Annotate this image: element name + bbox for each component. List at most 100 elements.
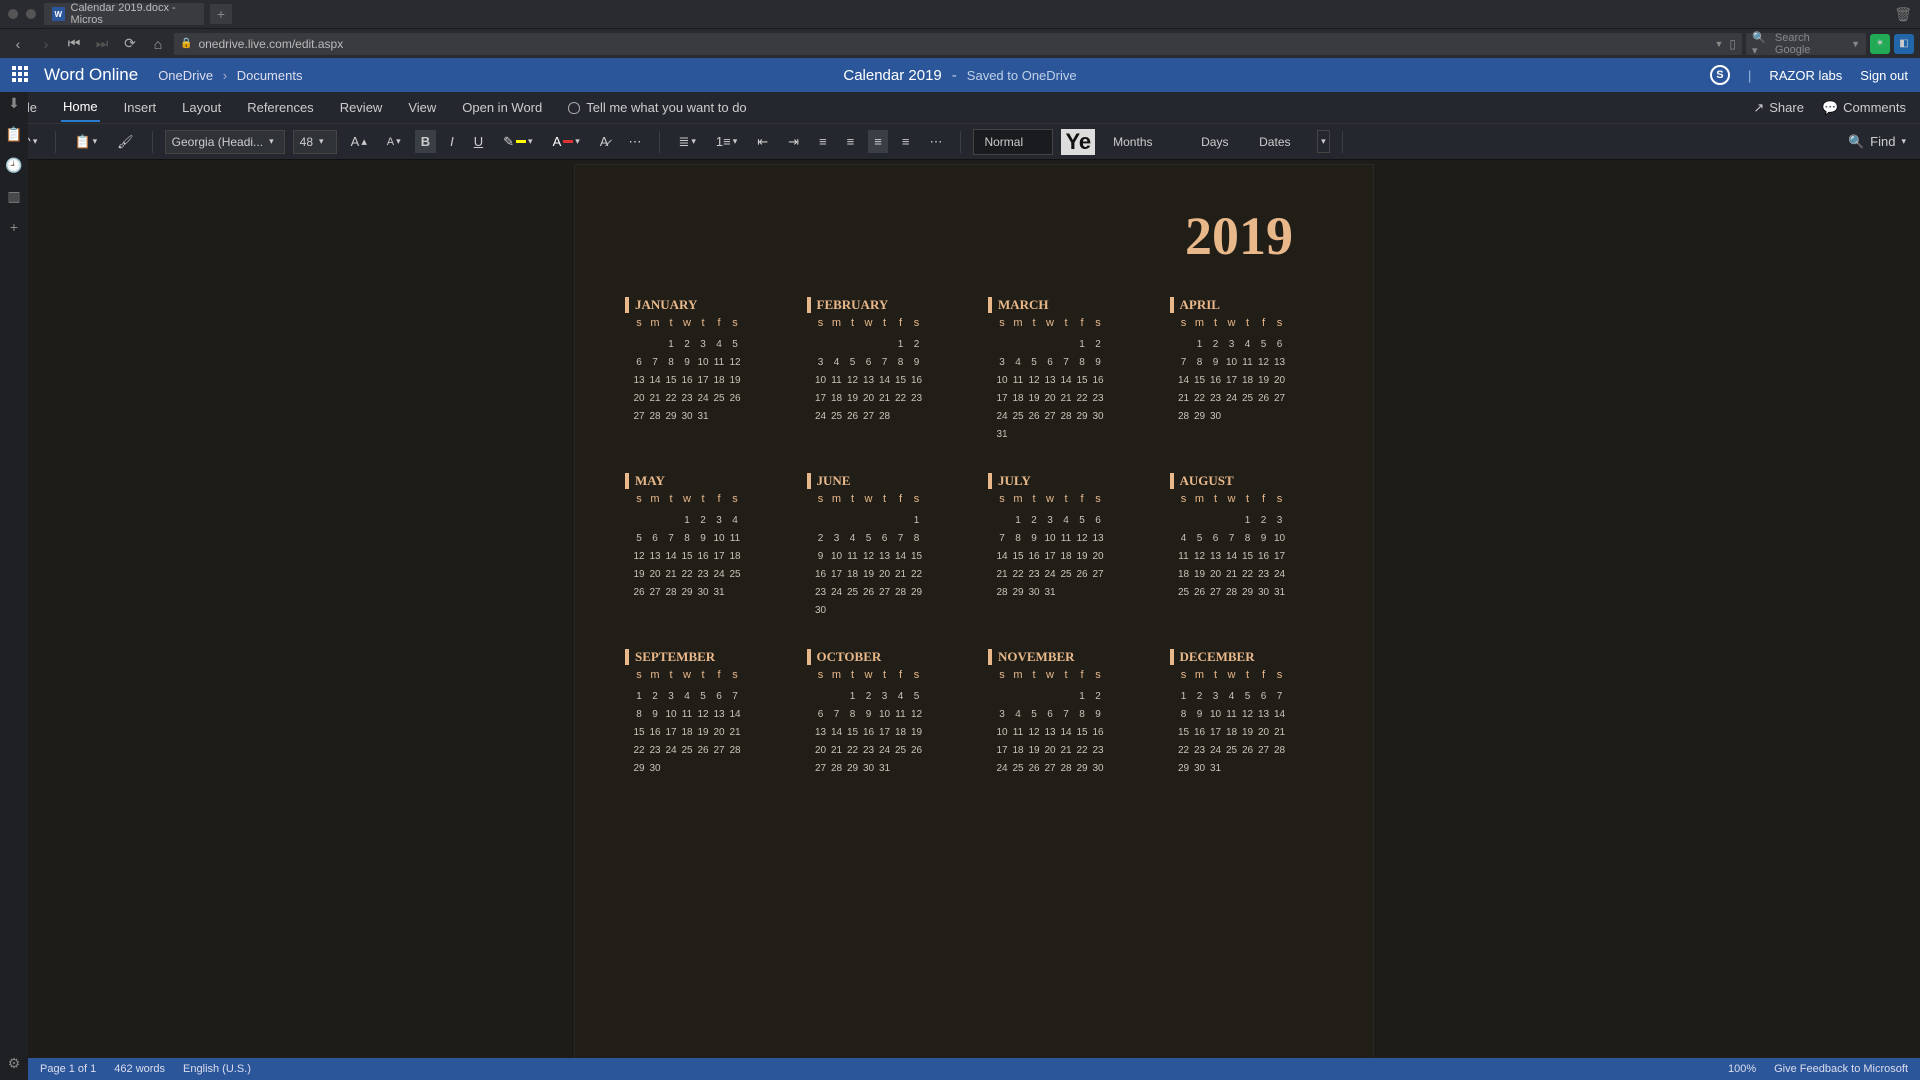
home-button[interactable]: ⌂ bbox=[146, 32, 170, 56]
day-headers: smtwtfs bbox=[994, 669, 1142, 681]
month-december: DECEMBERsmtwtfs1234567891011121314151617… bbox=[1170, 649, 1324, 777]
share-button[interactable]: ↗ Share bbox=[1753, 100, 1804, 116]
language-indicator[interactable]: English (U.S.) bbox=[183, 1063, 251, 1075]
underline-button[interactable]: U bbox=[468, 130, 489, 153]
font-family-select[interactable]: Georgia (Headi... ▾ bbox=[165, 130, 285, 154]
month-days: 1234567891011121314151617181920212223242… bbox=[631, 691, 779, 777]
paste-button[interactable]: 📋▾ bbox=[68, 130, 103, 154]
tenant-label[interactable]: RAZOR labs bbox=[1769, 68, 1842, 83]
zoom-level[interactable]: 100% bbox=[1728, 1063, 1756, 1075]
new-tab-button[interactable]: + bbox=[210, 4, 232, 24]
back-button[interactable]: ‹ bbox=[6, 32, 30, 56]
search-engine-box[interactable]: 🔍▾ Search Google ▼ bbox=[1746, 33, 1866, 55]
dropdown-icon[interactable]: ▼ bbox=[1851, 39, 1860, 49]
style-label: Normal bbox=[984, 135, 1023, 149]
reader-icon[interactable]: ▯ bbox=[1729, 37, 1736, 51]
tab-references[interactable]: References bbox=[245, 94, 315, 121]
clear-format-button[interactable]: A̷ bbox=[594, 130, 615, 153]
day-headers: smtwtfs bbox=[1176, 493, 1324, 505]
skype-icon[interactable]: S bbox=[1710, 65, 1730, 85]
word-count[interactable]: 462 words bbox=[114, 1063, 165, 1075]
window-dot[interactable] bbox=[8, 9, 18, 19]
italic-button[interactable]: I bbox=[444, 130, 460, 153]
comment-icon: 💬 bbox=[1822, 100, 1838, 116]
chevron-down-icon: ▾ bbox=[269, 136, 274, 147]
rewind-button[interactable]: ⏮ bbox=[62, 32, 86, 56]
app-name: Word Online bbox=[44, 65, 138, 85]
extension-icon[interactable]: ◧ bbox=[1894, 34, 1914, 54]
calendar-grid: JANUARYsmtwtfs12345678910111213141516171… bbox=[625, 297, 1323, 777]
highlight-button[interactable]: ✎▾ bbox=[497, 130, 538, 154]
more-font-button[interactable]: ⋯ bbox=[622, 130, 647, 154]
month-days: 1234567891011121314151617181920212223242… bbox=[1176, 515, 1324, 601]
indent-button[interactable]: ⇥ bbox=[782, 130, 805, 154]
document-page[interactable]: 2019 JANUARYsmtwtfs123456789101112131415… bbox=[574, 164, 1374, 1058]
chevron-right-icon: › bbox=[223, 68, 227, 83]
format-painter-button[interactable]: 🖌 bbox=[111, 130, 140, 154]
tab-insert[interactable]: Insert bbox=[122, 94, 159, 121]
download-icon[interactable]: ⬇ bbox=[8, 95, 20, 112]
url-bar[interactable]: 🔒 onedrive.live.com/edit.aspx ▼ ▯ bbox=[174, 33, 1742, 55]
url-text: onedrive.live.com/edit.aspx bbox=[198, 37, 343, 51]
outdent-button[interactable]: ⇤ bbox=[751, 130, 774, 154]
page-indicator[interactable]: Page 1 of 1 bbox=[40, 1063, 96, 1075]
tab-layout[interactable]: Layout bbox=[180, 94, 223, 121]
trash-icon[interactable]: 🗑 bbox=[1894, 6, 1912, 23]
month-november: NOVEMBERsmtwtfs1234567891011121314151617… bbox=[988, 649, 1142, 777]
window-icon[interactable]: ▥ bbox=[7, 188, 20, 205]
breadcrumb-folder[interactable]: Documents bbox=[237, 68, 303, 83]
font-size-select[interactable]: 48 ▾ bbox=[293, 130, 337, 154]
tell-me[interactable]: Tell me what you want to do bbox=[566, 94, 748, 121]
tab-home[interactable]: Home bbox=[61, 93, 100, 122]
align-center-button[interactable]: ≡ bbox=[841, 130, 861, 153]
clipboard-icon[interactable]: 📋 bbox=[5, 126, 22, 143]
bullets-button[interactable]: ≣▾ bbox=[672, 130, 701, 154]
styles-expand-icon[interactable]: ▾ bbox=[1317, 130, 1330, 153]
align-left-button[interactable]: ≡ bbox=[813, 130, 833, 153]
ffwd-button[interactable]: ⏭ bbox=[90, 32, 114, 56]
history-icon[interactable]: 🕘 bbox=[5, 157, 22, 174]
feedback-link[interactable]: Give Feedback to Microsoft bbox=[1774, 1063, 1908, 1075]
tab-view[interactable]: View bbox=[406, 94, 438, 121]
gear-icon[interactable]: ⚙ bbox=[8, 1055, 21, 1072]
style-normal[interactable]: Normal bbox=[973, 129, 1053, 155]
browser-tab[interactable]: W Calendar 2019.docx - Micros bbox=[44, 3, 204, 25]
breadcrumb-root[interactable]: OneDrive bbox=[158, 68, 213, 83]
month-days: 1234567891011121314151617181920212223242… bbox=[994, 515, 1142, 601]
document-title[interactable]: Calendar 2019 bbox=[843, 67, 941, 84]
shrink-font-button[interactable]: A▾ bbox=[381, 132, 407, 152]
align-justify-button[interactable]: ≡ bbox=[896, 130, 916, 153]
extension-icon[interactable]: ✶ bbox=[1870, 34, 1890, 54]
open-in-word[interactable]: Open in Word bbox=[460, 94, 544, 121]
document-canvas[interactable]: 2019 JANUARYsmtwtfs123456789101112131415… bbox=[28, 160, 1920, 1058]
reload-button[interactable]: ⟳ bbox=[118, 32, 142, 56]
align-right-button[interactable]: ≡ bbox=[868, 130, 888, 153]
bold-button[interactable]: B bbox=[415, 130, 436, 153]
month-days: 1234567891011121314151617181920212223242… bbox=[994, 339, 1142, 443]
style-months[interactable]: Months bbox=[1103, 129, 1183, 155]
add-icon[interactable]: + bbox=[10, 219, 18, 235]
comments-button[interactable]: 💬 Comments bbox=[1822, 100, 1906, 116]
tab-review[interactable]: Review bbox=[338, 94, 385, 121]
style-days[interactable]: Days bbox=[1191, 129, 1241, 155]
sign-out-link[interactable]: Sign out bbox=[1860, 68, 1908, 83]
forward-button[interactable]: › bbox=[34, 32, 58, 56]
search-placeholder: Search Google bbox=[1775, 32, 1847, 56]
font-color-button[interactable]: A▾ bbox=[547, 130, 586, 153]
tell-me-label: Tell me what you want to do bbox=[586, 100, 746, 115]
window-dot[interactable] bbox=[26, 9, 36, 19]
month-days: 1234567891011121314151617181920212223242… bbox=[631, 515, 779, 601]
month-may: MAYsmtwtfs123456789101112131415161718192… bbox=[625, 473, 779, 619]
more-para-button[interactable]: ⋯ bbox=[923, 130, 948, 154]
style-dates[interactable]: Dates bbox=[1249, 129, 1309, 155]
font-family-value: Georgia (Headi... bbox=[172, 135, 263, 149]
chevron-down-icon: ▾ bbox=[319, 136, 324, 147]
find-label: Find bbox=[1870, 134, 1895, 149]
numbering-button[interactable]: 1≡▾ bbox=[710, 130, 743, 153]
find-button[interactable]: 🔍 Find ▾ bbox=[1848, 134, 1906, 150]
grow-font-button[interactable]: A▴ bbox=[345, 130, 373, 153]
month-days: 1234567891011121314151617181920212223242… bbox=[813, 691, 961, 777]
app-launcher-icon[interactable] bbox=[12, 66, 30, 84]
dropdown-icon[interactable]: ▼ bbox=[1714, 39, 1723, 49]
style-year-preview[interactable]: Ye bbox=[1061, 129, 1095, 155]
